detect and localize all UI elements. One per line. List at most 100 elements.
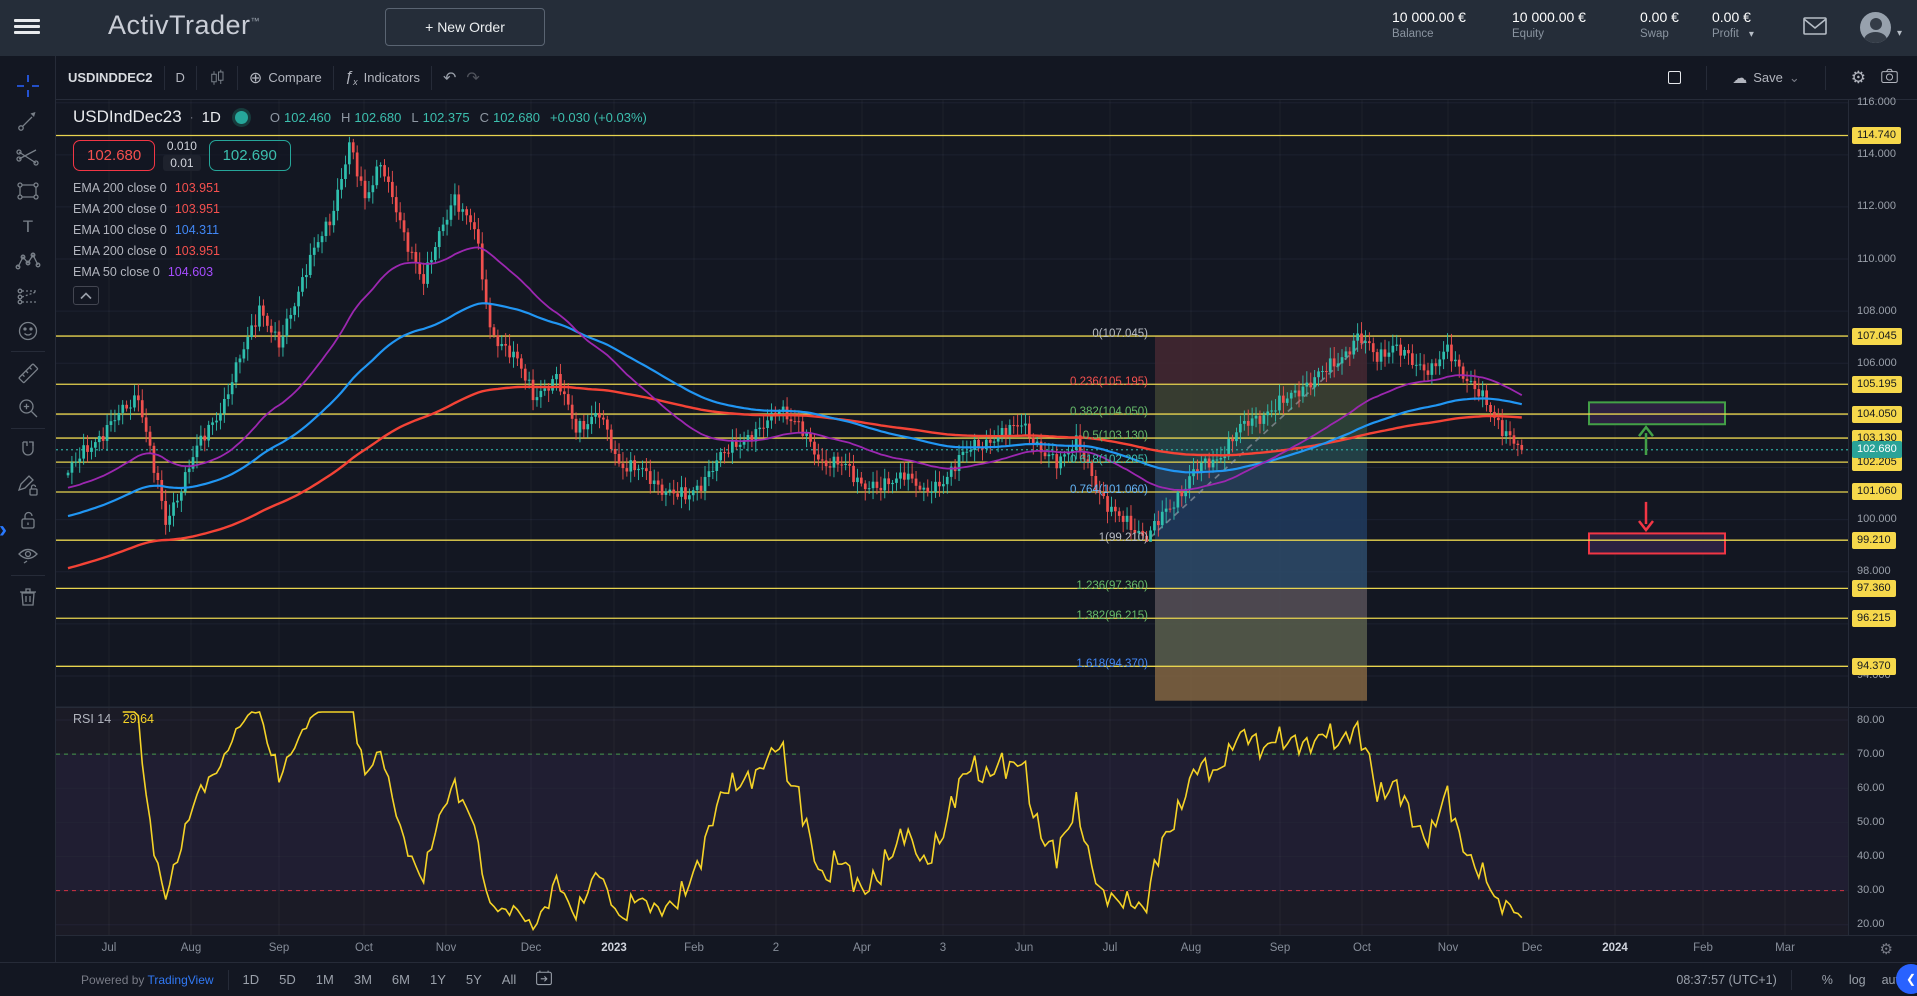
time-axis-label: 3 (940, 942, 946, 954)
sell-bid-button[interactable]: 102.680 (73, 140, 155, 171)
spread-value: 0.010 (163, 139, 200, 153)
ema-rows: EMA 200 close 0103.951EMA 200 close 0103… (73, 181, 653, 279)
range-button-1Y[interactable]: 1Y (430, 972, 446, 987)
rsi-legend: RSI 14 29.64 (73, 712, 154, 726)
account-caret-icon[interactable]: ▾ (1897, 28, 1902, 39)
time-axis-label: Jul (1103, 942, 1118, 954)
redo-icon[interactable]: ↷ (466, 68, 479, 88)
range-button-1M[interactable]: 1M (316, 972, 334, 987)
time-axis-label: Feb (1693, 942, 1713, 954)
equity-value: 10 000.00 € (1512, 9, 1586, 25)
log-scale-button[interactable]: log (1849, 973, 1866, 987)
price-tick-label: 106.000 (1857, 355, 1897, 372)
time-axis-label: Dec (521, 942, 541, 954)
pattern-tool-icon[interactable] (10, 243, 46, 278)
time-axis-label: 2 (773, 942, 779, 954)
rsi-tick-label: 30.00 (1857, 882, 1885, 899)
undo-icon[interactable]: ↶ (443, 68, 456, 88)
fib-level-label: 0.5(103.130) (1083, 430, 1148, 442)
tradingview-link[interactable]: TradingView (148, 973, 214, 987)
crosshair-tool-icon[interactable] (10, 68, 46, 103)
level-price-label: 96.215 (1852, 610, 1896, 627)
new-order-button[interactable]: + New Order (385, 8, 545, 46)
pane-separator[interactable] (56, 707, 1917, 708)
range-button-5Y[interactable]: 5Y (466, 972, 482, 987)
panel-expander-icon[interactable]: › (0, 520, 7, 540)
text-tool-icon[interactable]: T (10, 208, 46, 243)
time-axis-label: Sep (1270, 942, 1290, 954)
menu-icon[interactable] (14, 16, 40, 38)
level-price-label: 94.370 (1852, 658, 1896, 675)
fx-icon: ƒx (345, 68, 358, 87)
hide-drawings-eye-icon[interactable] (10, 537, 46, 572)
ohlc-values: O102.460 H102.680 L102.375 C102.680 +0.0… (270, 110, 653, 125)
go-to-date-icon[interactable] (534, 969, 554, 990)
drawing-lock-icon[interactable] (10, 467, 46, 502)
price-tick-label: 116.000 (1857, 94, 1896, 111)
swap-block: 0.00 € Swap (1640, 9, 1679, 40)
symbol-search-button[interactable]: USDINDDEC2 (68, 70, 153, 85)
change-value: +0.030 (+0.03%) (550, 110, 647, 125)
activtrader-app: ActivTrader™ + New Order 10 000.00 € Bal… (0, 0, 1917, 996)
compare-button[interactable]: ⊕Compare (249, 68, 322, 88)
fib-level-label: 0.764(101.060) (1070, 484, 1148, 496)
balance-label: Balance (1392, 28, 1466, 40)
ema-legend-row: EMA 100 close 0104.311 (73, 223, 653, 237)
collapse-panel-button[interactable]: ❮ (1896, 964, 1917, 994)
range-button-5D[interactable]: 5D (279, 972, 296, 987)
time-axis-label: Mar (1775, 942, 1795, 954)
layout-icon[interactable] (1668, 71, 1681, 84)
profit-block: 0.00 € Profit▾ (1712, 9, 1754, 40)
zoom-in-icon[interactable] (10, 390, 46, 425)
timezone-gear-icon[interactable]: ⚙ (1880, 940, 1893, 958)
magnet-icon[interactable] (10, 432, 46, 467)
chart-legend: USDIndDec23 · 1D O102.460 H102.680 L102.… (73, 107, 653, 305)
percent-scale-button[interactable]: % (1822, 973, 1833, 987)
current-price-label: 102.680 (1852, 441, 1902, 458)
balance-value: 10 000.00 € (1392, 9, 1466, 25)
remove-drawings-trash-icon[interactable] (10, 579, 46, 614)
level-price-label: 101.060 (1852, 483, 1902, 500)
save-button[interactable]: ☁Save⌄ (1732, 69, 1800, 87)
fib-level-label: 0.618(102.205) (1070, 454, 1148, 466)
forecast-tool-icon[interactable] (10, 278, 46, 313)
buy-ask-button[interactable]: 102.690 (209, 140, 291, 171)
legend-symbol: USDIndDec23 (73, 107, 182, 127)
mail-icon[interactable] (1802, 16, 1828, 39)
emoji-tool-icon[interactable] (10, 313, 46, 348)
chart-settings-gear-icon[interactable]: ⚙ (1851, 68, 1866, 88)
app-logo: ActivTrader™ (108, 10, 260, 41)
time-axis-label: Aug (181, 942, 201, 954)
bottom-bar: Powered by TradingView 1D5D1M3M6M1Y5YAll… (0, 962, 1917, 996)
time-axis[interactable]: ⚙ JulAugSepOctNovDec2023Feb2Apr3JunJulAu… (56, 935, 1917, 962)
range-button-6M[interactable]: 6M (392, 972, 410, 987)
price-tick-label: 112.000 (1857, 198, 1896, 215)
ema-legend-row: EMA 200 close 0103.951 (73, 181, 653, 195)
snapshot-camera-icon[interactable] (1880, 67, 1899, 89)
fib-tools-icon[interactable] (10, 138, 46, 173)
chart-area[interactable]: 0(107.045)0.236(105.195)0.382(104.050)0.… (56, 100, 1917, 962)
collapse-indicators-button[interactable] (73, 286, 99, 305)
lock-all-icon[interactable] (10, 502, 46, 537)
measure-ruler-icon[interactable] (10, 355, 46, 390)
chart-type-icon[interactable] (208, 69, 226, 87)
equity-block: 10 000.00 € Equity (1512, 9, 1586, 40)
price-tick-label: 98.000 (1857, 563, 1891, 580)
range-button-3M[interactable]: 3M (354, 972, 372, 987)
profit-label: Profit (1712, 28, 1739, 40)
time-axis-label: Oct (355, 942, 373, 954)
shapes-tool-icon[interactable] (10, 173, 46, 208)
spread-block: 0.010 0.01 (163, 139, 200, 171)
profit-caret-icon[interactable]: ▾ (1749, 29, 1754, 40)
trend-line-tool-icon[interactable] (10, 103, 46, 138)
user-avatar[interactable] (1860, 12, 1891, 43)
range-button-1D[interactable]: 1D (243, 972, 260, 987)
price-scale[interactable]: 116.000114.000112.000110.000108.000106.0… (1848, 100, 1917, 935)
time-axis-label: Aug (1181, 942, 1201, 954)
indicators-button[interactable]: ƒxIndicators (345, 68, 420, 87)
range-button-All[interactable]: All (502, 972, 516, 987)
interval-button[interactable]: D (176, 70, 185, 85)
time-axis-label: Dec (1522, 942, 1542, 954)
balance-block: 10 000.00 € Balance (1392, 9, 1466, 40)
level-price-label: 97.360 (1852, 580, 1896, 597)
